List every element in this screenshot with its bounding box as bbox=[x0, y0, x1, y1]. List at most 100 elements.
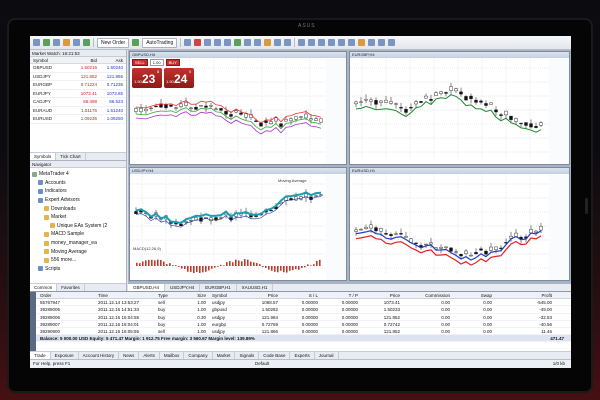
vertical-line-icon[interactable] bbox=[318, 39, 326, 46]
periods-icon[interactable] bbox=[274, 39, 282, 46]
time-column-header[interactable]: Time bbox=[98, 292, 158, 298]
lot-size-input[interactable]: 1.00 bbox=[149, 59, 164, 66]
tab-news[interactable]: News bbox=[119, 352, 140, 359]
navigator-item[interactable]: MACD Sample bbox=[32, 230, 126, 239]
order-row[interactable]: 39289005 2011.12.16 14:51:33 buy 1.00 gbpusd… bbox=[30, 306, 571, 314]
metaeditor-icon[interactable] bbox=[132, 39, 140, 46]
profiles-icon[interactable] bbox=[43, 39, 50, 46]
buy-button[interactable]: 1.50 24 0 bbox=[164, 68, 194, 88]
market-watch-row[interactable]: EURGBP 0.71224 0.71236 bbox=[30, 81, 126, 90]
chart-canvas-eurgbp[interactable] bbox=[350, 58, 570, 165]
tab-market[interactable]: Market bbox=[213, 352, 236, 359]
order-row[interactable]: 55767947 2011.12.14 13:53:27 sell 1.00 usdjp… bbox=[30, 299, 571, 307]
tab-symbols[interactable]: Symbols bbox=[30, 153, 57, 160]
navigator-item[interactable]: Scripts bbox=[32, 265, 126, 274]
fibonacci-icon[interactable] bbox=[358, 39, 366, 46]
navigator-item[interactable]: Accounts bbox=[32, 179, 126, 188]
navigator-item[interactable]: Indicators bbox=[32, 187, 126, 196]
trendline-icon[interactable] bbox=[338, 39, 346, 46]
navigator-item[interactable]: Expert Advisors bbox=[32, 196, 126, 205]
chart-window-gbpusd[interactable]: GBPUSD,H4 SELL 1.00 BUY 1.50 23 8 1.50 2… bbox=[129, 51, 347, 165]
tab-chart-gbpusd[interactable]: GBPUSD,H4 bbox=[128, 284, 166, 291]
tp-column-header[interactable]: T / P bbox=[318, 292, 358, 298]
tab-mailbox[interactable]: Mailbox bbox=[160, 352, 185, 359]
zoom-out-icon[interactable] bbox=[224, 39, 232, 46]
profit-column-header[interactable]: Profit bbox=[492, 292, 558, 298]
price-column-header[interactable]: Price bbox=[242, 292, 278, 298]
navigator-item[interactable]: money_manager_ea bbox=[32, 239, 126, 248]
sell-label[interactable]: SELL bbox=[132, 59, 148, 66]
navigator-item[interactable]: MetaTrader 4 bbox=[32, 170, 126, 179]
market-watch-row[interactable]: CADJPY 86.498 86.523 bbox=[30, 98, 126, 107]
bid-column-header[interactable]: Bid bbox=[67, 57, 97, 63]
chart-window-usdjpy[interactable]: USDJPY,H4 Moving Average MACD(12,26,9) bbox=[129, 167, 347, 281]
zoom-in-icon[interactable] bbox=[214, 39, 222, 46]
horizontal-line-icon[interactable] bbox=[328, 39, 336, 46]
tab-journal[interactable]: Journal bbox=[315, 352, 339, 359]
chart-canvas-eurusd[interactable] bbox=[350, 174, 570, 281]
new-order-button[interactable]: New Order bbox=[97, 37, 130, 48]
new-chart-icon[interactable] bbox=[33, 39, 40, 46]
buy-label[interactable]: BUY bbox=[165, 59, 180, 66]
chart-window-eurusd[interactable]: EURUSD,H1 bbox=[349, 167, 570, 281]
size-column-header[interactable]: Size bbox=[182, 292, 206, 298]
tab-chart-eurgbp[interactable]: EURGBP,H1 bbox=[200, 284, 237, 291]
tab-chart-usdjpy[interactable]: USDJPY,H4 bbox=[165, 284, 201, 291]
navigator-item[interactable]: Market bbox=[32, 213, 126, 222]
tab-experts[interactable]: Experts bbox=[290, 352, 315, 359]
navigator-item[interactable]: Downloads bbox=[32, 204, 126, 213]
market-watch-row[interactable]: EURAUD 1.51176 1.51240 bbox=[30, 107, 126, 115]
order-column-header[interactable]: Order bbox=[30, 292, 98, 298]
bar-chart-icon[interactable] bbox=[184, 39, 192, 46]
tab-favorites[interactable]: Favorites bbox=[57, 284, 85, 291]
equidistant-channel-icon[interactable] bbox=[348, 39, 356, 46]
market-watch-row[interactable]: GBPUSD 1.50216 1.50240 bbox=[30, 64, 126, 73]
line-chart-icon[interactable] bbox=[204, 39, 212, 46]
navigator-item[interactable]: 556 more... bbox=[32, 256, 126, 265]
sl-column-header[interactable]: S / L bbox=[278, 292, 318, 298]
tab-account-history[interactable]: Account History bbox=[79, 352, 120, 359]
swap-column-header[interactable]: Swap bbox=[450, 292, 492, 298]
tab-tick-chart[interactable]: Tick Chart bbox=[56, 153, 86, 160]
tab-code-base[interactable]: Code Base bbox=[259, 352, 291, 359]
tab-chart-xauusd[interactable]: XAUUSD,H1 bbox=[237, 284, 274, 291]
navigator-icon[interactable] bbox=[63, 39, 70, 46]
tab-company[interactable]: Company bbox=[184, 352, 213, 359]
commission-column-header[interactable]: Commission bbox=[400, 292, 450, 298]
market-watch-row[interactable]: EURUSD 1.09236 1.09250 bbox=[30, 115, 126, 124]
tab-common[interactable]: Common bbox=[30, 284, 58, 291]
tab-exposure[interactable]: Exposure bbox=[51, 352, 79, 359]
tab-signals[interactable]: Signals bbox=[235, 352, 260, 359]
text-icon[interactable] bbox=[368, 39, 376, 46]
chart-shift-icon[interactable] bbox=[254, 39, 262, 46]
candlestick-icon[interactable] bbox=[194, 39, 202, 46]
tile-windows-icon[interactable] bbox=[234, 39, 242, 46]
indicators-icon[interactable] bbox=[264, 39, 272, 46]
arrows-icon[interactable] bbox=[388, 39, 396, 46]
symbol-column-header[interactable]: Symbol bbox=[206, 292, 242, 298]
tab-alerts[interactable]: Alerts bbox=[139, 352, 160, 359]
navigator-item[interactable]: Moving Average bbox=[32, 247, 126, 256]
terminal-icon[interactable] bbox=[73, 39, 80, 46]
tab-trade[interactable]: Trade bbox=[30, 352, 51, 359]
crosshair-icon[interactable] bbox=[308, 39, 316, 46]
symbol-column-header[interactable]: Symbol bbox=[30, 57, 67, 63]
ask-column-header[interactable]: Ask bbox=[97, 57, 125, 63]
strategy-tester-icon[interactable] bbox=[83, 39, 90, 46]
text-label-icon[interactable] bbox=[378, 39, 386, 46]
market-watch-row[interactable]: USDJPY 121.852 121.866 bbox=[30, 73, 126, 81]
navigator-item[interactable]: Unique EAs System (2 bbox=[32, 222, 126, 231]
type-column-header[interactable]: Type bbox=[158, 292, 182, 298]
autoscroll-icon[interactable] bbox=[244, 39, 252, 46]
order-row[interactable]: 39289007 2011.12.16 16:04:01 buy 1.00 eurgbp… bbox=[30, 321, 571, 328]
templates-icon[interactable] bbox=[284, 39, 292, 46]
market-watch-icon[interactable] bbox=[53, 39, 60, 46]
order-row[interactable]: 39290900 2011.12.16 16:05:55 sell 1.00 usdjp… bbox=[30, 328, 571, 336]
auto-trading-button[interactable]: AutoTrading bbox=[142, 37, 178, 48]
chart-window-eurgbp[interactable]: EURGBP,H4 bbox=[349, 51, 570, 165]
chart-canvas-usdjpy[interactable] bbox=[130, 174, 347, 281]
cursor-icon[interactable] bbox=[298, 39, 306, 46]
market-watch-row[interactable]: EURJPY 1073.41 1073.65 bbox=[30, 90, 126, 98]
current-price-column-header[interactable]: Price bbox=[358, 292, 400, 298]
order-row[interactable]: 39289006 2011.12.16 16:04:55 buy 0.30 usdjpy… bbox=[30, 314, 571, 321]
